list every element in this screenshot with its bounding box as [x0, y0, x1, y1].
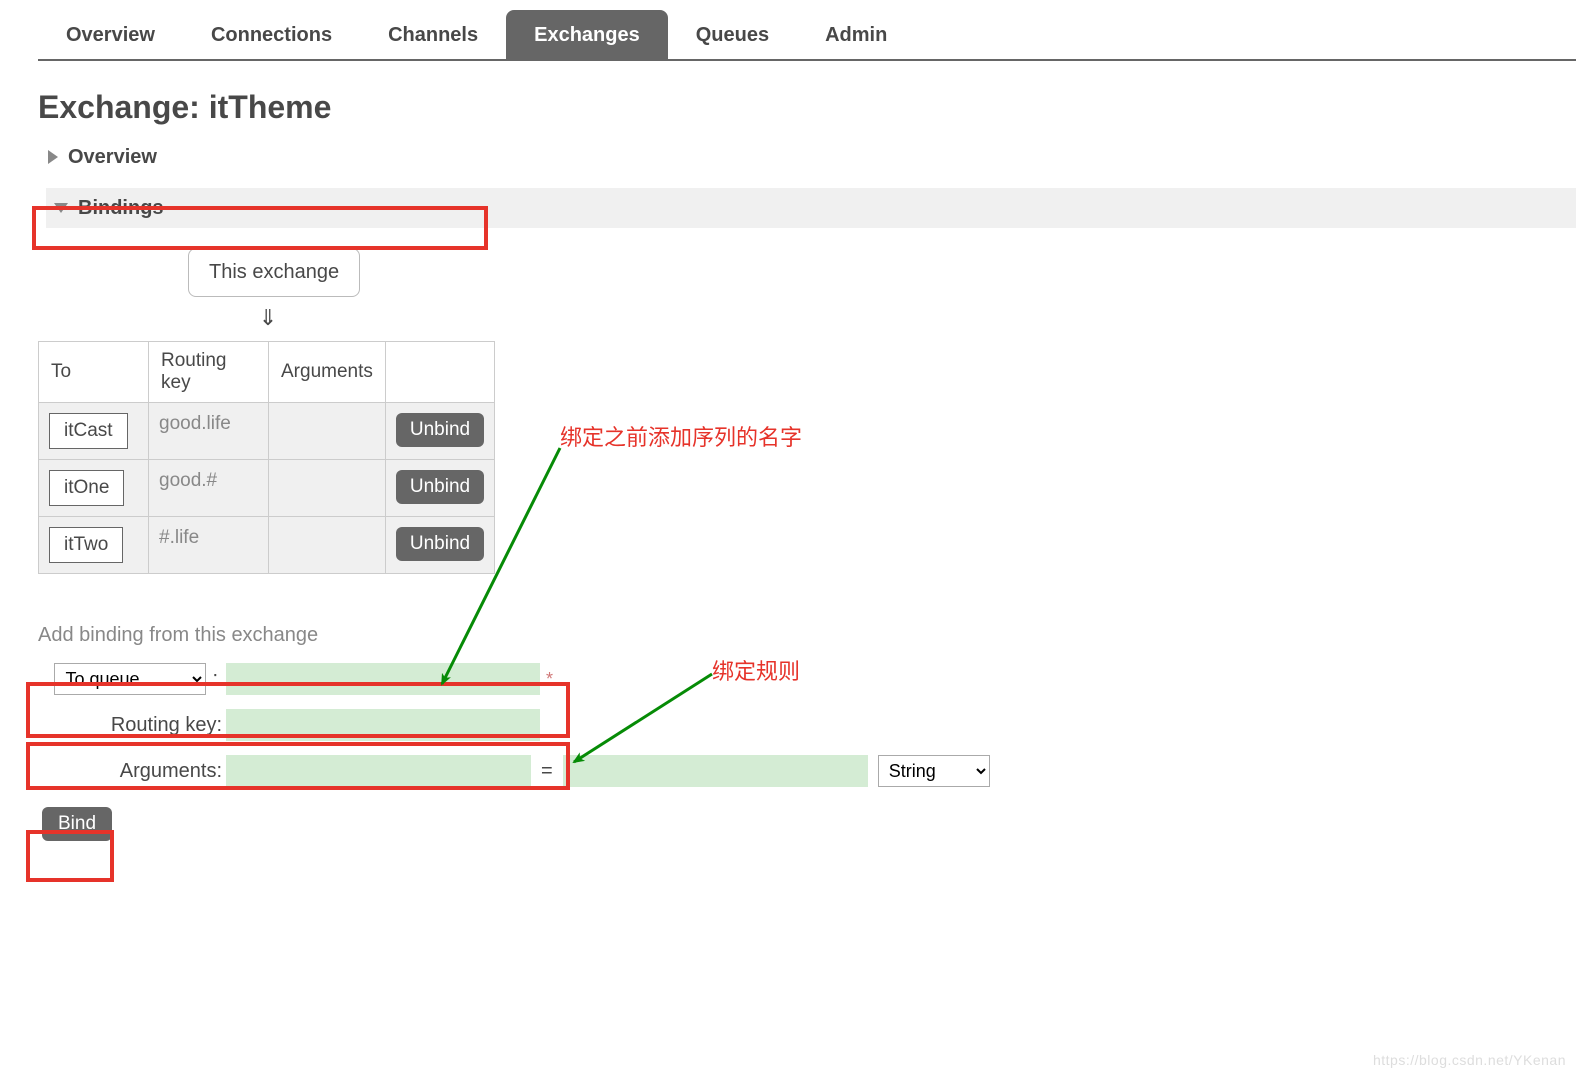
this-exchange-box: This exchange	[188, 248, 360, 297]
page-title-kind: Exchange:	[38, 89, 200, 125]
tab-connections[interactable]: Connections	[183, 10, 360, 59]
bindings-area: This exchange ⇓ To Routing key Arguments…	[38, 248, 1586, 574]
queue-link[interactable]: itCast	[49, 413, 128, 449]
section-bindings-label: Bindings	[78, 197, 164, 220]
section-bindings[interactable]: Bindings	[46, 188, 1576, 228]
unbind-button[interactable]: Unbind	[396, 527, 484, 561]
argument-key-input[interactable]	[226, 755, 531, 787]
routing-key-cell: good.#	[149, 460, 269, 517]
section-overview-label: Overview	[68, 146, 157, 169]
routing-key-cell: good.life	[149, 403, 269, 460]
add-binding-title: Add binding from this exchange	[38, 624, 1586, 647]
arguments-label: Arguments:	[38, 760, 226, 783]
unbind-button[interactable]: Unbind	[396, 470, 484, 504]
tab-queues[interactable]: Queues	[668, 10, 797, 59]
queue-link[interactable]: itTwo	[49, 527, 123, 563]
arguments-cell	[269, 403, 386, 460]
chevron-right-icon	[48, 150, 58, 164]
arguments-cell	[269, 460, 386, 517]
equals-sign: =	[541, 760, 553, 783]
tab-channels[interactable]: Channels	[360, 10, 506, 59]
arguments-cell	[269, 517, 386, 574]
form-row-arguments: Arguments: = String	[38, 751, 1586, 791]
page-title: Exchange: itTheme	[38, 89, 1586, 126]
table-row: itOne good.# Unbind	[39, 460, 495, 517]
colon: :	[212, 668, 218, 691]
form-row-to: To queue : *	[38, 659, 1586, 699]
argument-value-input[interactable]	[563, 755, 868, 787]
routing-key-cell: #.life	[149, 517, 269, 574]
to-label-cell: To queue :	[38, 663, 226, 695]
bind-button[interactable]: Bind	[42, 807, 112, 841]
unbind-button[interactable]: Unbind	[396, 413, 484, 447]
col-arguments: Arguments	[269, 342, 386, 403]
table-row: itTwo #.life Unbind	[39, 517, 495, 574]
tab-admin[interactable]: Admin	[797, 10, 915, 59]
tab-overview[interactable]: Overview	[38, 10, 183, 59]
section-overview[interactable]: Overview	[46, 140, 1586, 174]
col-routing-key: Routing key	[149, 342, 269, 403]
page-title-name: itTheme	[209, 89, 332, 125]
to-select[interactable]: To queue	[54, 663, 206, 695]
argument-type-select[interactable]: String	[878, 755, 990, 787]
nav-tabs: Overview Connections Channels Exchanges …	[38, 10, 1576, 61]
tab-exchanges[interactable]: Exchanges	[506, 10, 668, 59]
chevron-down-icon	[54, 203, 68, 213]
routing-key-input[interactable]	[226, 709, 540, 741]
col-actions	[385, 342, 494, 403]
col-to: To	[39, 342, 149, 403]
down-arrow-icon: ⇓	[188, 305, 348, 331]
form-row-routing-key: Routing key:	[38, 705, 1586, 745]
bindings-table: To Routing key Arguments itCast good.lif…	[38, 341, 495, 574]
required-star: *	[546, 669, 553, 690]
to-queue-input[interactable]	[226, 663, 540, 695]
queue-link[interactable]: itOne	[49, 470, 124, 506]
table-row: itCast good.life Unbind	[39, 403, 495, 460]
routing-key-label: Routing key:	[38, 714, 226, 737]
bindings-header-row: To Routing key Arguments	[39, 342, 495, 403]
